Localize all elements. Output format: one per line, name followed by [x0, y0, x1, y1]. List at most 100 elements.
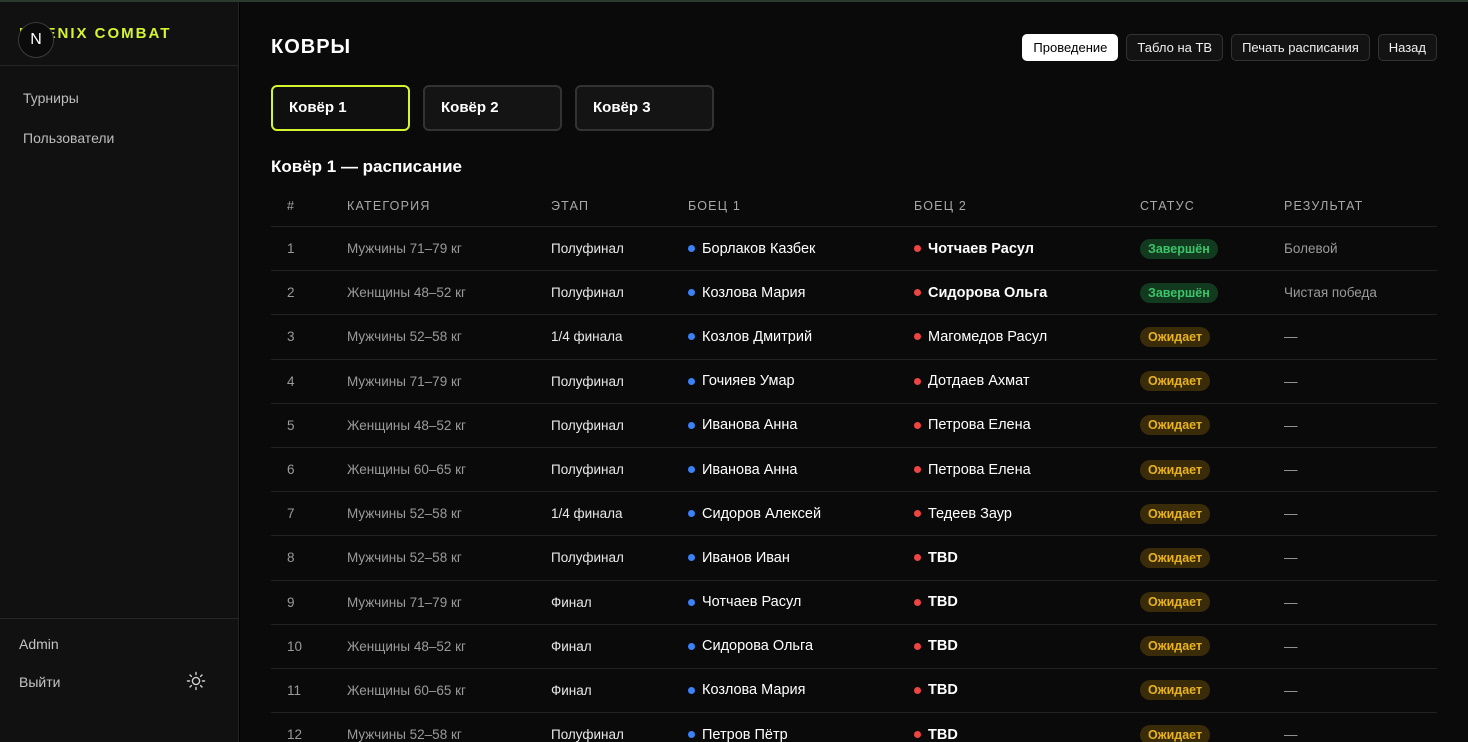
match-number: 1 [287, 241, 295, 257]
status-badge: Завершён [1140, 282, 1218, 303]
table-row[interactable]: 10 Женщины 48–52 кг Финал Сидорова Ольга TBD… [271, 625, 1437, 669]
blue-corner-dot-icon [688, 245, 695, 253]
fighter1-name: Петров Пётр [702, 726, 788, 742]
sidebar-item-users[interactable]: Пользователи [0, 118, 238, 158]
match-category: Мужчины 71–79 кг [347, 594, 462, 610]
tab-mat-2[interactable]: Ковёр 2 [423, 85, 562, 131]
status-badge: Ожидает [1140, 503, 1211, 524]
match-category: Мужчины 52–58 кг [347, 506, 462, 522]
fighter2-name: Тедеев Заур [928, 505, 1012, 522]
status-cell: Ожидает [1140, 404, 1211, 447]
status-badge: Ожидает [1140, 547, 1211, 568]
fighter2-cell: Петрова Елена [914, 404, 1031, 447]
fighter2-cell: TBD [914, 581, 958, 624]
table-row[interactable]: 1 Мужчины 71–79 кг Полуфинал Борлаков Казбе… [271, 227, 1437, 272]
table-row[interactable]: 3 Мужчины 52–58 кг 1/4 финала Козлов Дмитри… [271, 315, 1437, 360]
fighter2-cell: Дотдаев Ахмат [914, 360, 1030, 403]
match-result: — [1284, 638, 1298, 654]
red-corner-dot-icon [914, 554, 921, 562]
fighter1-cell: Иванов Иван [688, 536, 790, 579]
mat-tabs: Ковёр 1 Ковёр 2 Ковёр 3 [271, 85, 714, 131]
fighter2-cell: TBD [914, 536, 958, 579]
table-header: # КАТЕГОРИЯ ЭТАП БОЕЦ 1 БОЕЦ 2 СТАТУС РЕ… [271, 185, 1437, 227]
fighter1-cell: Иванова Анна [688, 404, 797, 447]
main-content: КОВРЫ Проведение Табло на ТВ Печать расп… [240, 2, 1468, 742]
fighter2-cell: Магомедов Расул [914, 315, 1047, 358]
fighter2-cell: TBD [914, 713, 958, 742]
red-corner-dot-icon [914, 333, 921, 341]
match-result: — [1284, 417, 1298, 433]
status-cell: Завершён [1140, 271, 1218, 314]
fighter1-name: Иванов Иван [702, 549, 790, 566]
brand-logo-avatar[interactable]: N [18, 22, 54, 58]
theme-toggle-button[interactable] [185, 670, 207, 692]
match-result: — [1284, 462, 1298, 478]
column-header-num: # [287, 198, 296, 213]
table-row[interactable]: 9 Мужчины 71–79 кг Финал Чотчаев Расул TBD Ож… [271, 581, 1437, 625]
fighter2-cell: TBD [914, 625, 958, 668]
status-cell: Ожидает [1140, 448, 1211, 491]
status-badge: Ожидает [1140, 592, 1211, 613]
red-corner-dot-icon [914, 731, 921, 739]
red-corner-dot-icon [914, 377, 921, 385]
red-corner-dot-icon [914, 466, 921, 474]
blue-corner-dot-icon [688, 598, 695, 606]
red-corner-dot-icon [914, 421, 921, 429]
fighter2-cell: Петрова Елена [914, 448, 1031, 491]
table-row[interactable]: 12 Мужчины 52–58 кг Полуфинал Петров Пётр TB… [271, 713, 1437, 742]
table-row[interactable]: 11 Женщины 60–65 кг Финал Козлова Мария TBD О… [271, 669, 1437, 714]
match-result: — [1284, 727, 1298, 742]
match-stage: Полуфинал [551, 462, 624, 478]
table-row[interactable]: 6 Женщины 60–65 кг Полуфинал Иванова Анна Пе… [271, 448, 1437, 493]
match-result: Чистая победа [1284, 285, 1377, 301]
fighter1-cell: Козлова Мария [688, 271, 805, 314]
sidebar-footer: Admin Выйти [0, 618, 238, 742]
fighter2-name: TBD [928, 549, 958, 566]
fighter1-name: Козлов Дмитрий [702, 328, 813, 345]
status-badge: Ожидает [1140, 371, 1211, 392]
table-row[interactable]: 4 Мужчины 71–79 кг Полуфинал Гочияев Умар До… [271, 360, 1437, 404]
print-schedule-button[interactable]: Печать расписания [1231, 34, 1370, 61]
fighter2-name: Петрова Елена [928, 417, 1031, 434]
conduct-button[interactable]: Проведение [1022, 34, 1119, 61]
fighter1-cell: Козлов Дмитрий [688, 315, 812, 358]
match-category: Женщины 48–52 кг [347, 638, 466, 654]
column-header-status: СТАТУС [1140, 198, 1195, 213]
red-corner-dot-icon [914, 510, 921, 518]
table-body: 1 Мужчины 71–79 кг Полуфинал Борлаков Казбе… [271, 227, 1437, 742]
status-badge: Ожидает [1140, 326, 1211, 347]
logout-link[interactable]: Выйти [19, 674, 60, 690]
tab-mat-1[interactable]: Ковёр 1 [271, 85, 410, 131]
table-row[interactable]: 7 Мужчины 52–58 кг 1/4 финала Сидоров Алекс… [271, 492, 1437, 537]
sidebar-item-tournaments[interactable]: Турниры [0, 78, 238, 118]
match-stage: 1/4 финала [551, 506, 623, 522]
match-number: 2 [287, 285, 295, 301]
fighter1-name: Иванова Анна [702, 461, 798, 478]
schedule-title: Ковёр 1 — расписание [271, 157, 462, 176]
fighter1-name: Чотчаев Расул [702, 594, 802, 611]
fighter2-name: TBD [928, 726, 958, 742]
match-result: — [1284, 682, 1298, 698]
match-category: Мужчины 71–79 кг [347, 373, 462, 389]
red-corner-dot-icon [914, 598, 921, 606]
fighter1-cell: Гочияев Умар [688, 360, 795, 403]
match-stage: Полуфинал [551, 727, 624, 742]
match-category: Мужчины 52–58 кг [347, 329, 462, 345]
tv-scoreboard-button[interactable]: Табло на ТВ [1126, 34, 1224, 61]
column-header-stage: ЭТАП [551, 198, 590, 213]
fighter1-name: Сидорова Ольга [702, 638, 814, 655]
fighter2-name: Чотчаев Расул [928, 240, 1034, 257]
status-badge: Ожидает [1140, 459, 1211, 480]
fighter2-name: TBD [928, 638, 958, 655]
match-category: Женщины 60–65 кг [347, 682, 466, 698]
table-row[interactable]: 5 Женщины 48–52 кг Полуфинал Иванова Анна Пе… [271, 404, 1437, 448]
back-button[interactable]: Назад [1377, 34, 1437, 61]
brand-header: NOENIX COMBAT N [0, 2, 238, 66]
match-number: 9 [287, 594, 295, 610]
table-row[interactable]: 8 Мужчины 52–58 кг Полуфинал Иванов Иван TBD… [271, 536, 1437, 581]
fighter1-name: Сидоров Алексей [702, 505, 822, 522]
sidebar: NOENIX COMBAT N Турниры Пользователи Adm… [0, 2, 239, 742]
tab-mat-3[interactable]: Ковёр 3 [575, 85, 714, 131]
match-number: 8 [287, 550, 295, 566]
table-row[interactable]: 2 Женщины 48–52 кг Полуфинал Козлова Мария С… [271, 271, 1437, 316]
